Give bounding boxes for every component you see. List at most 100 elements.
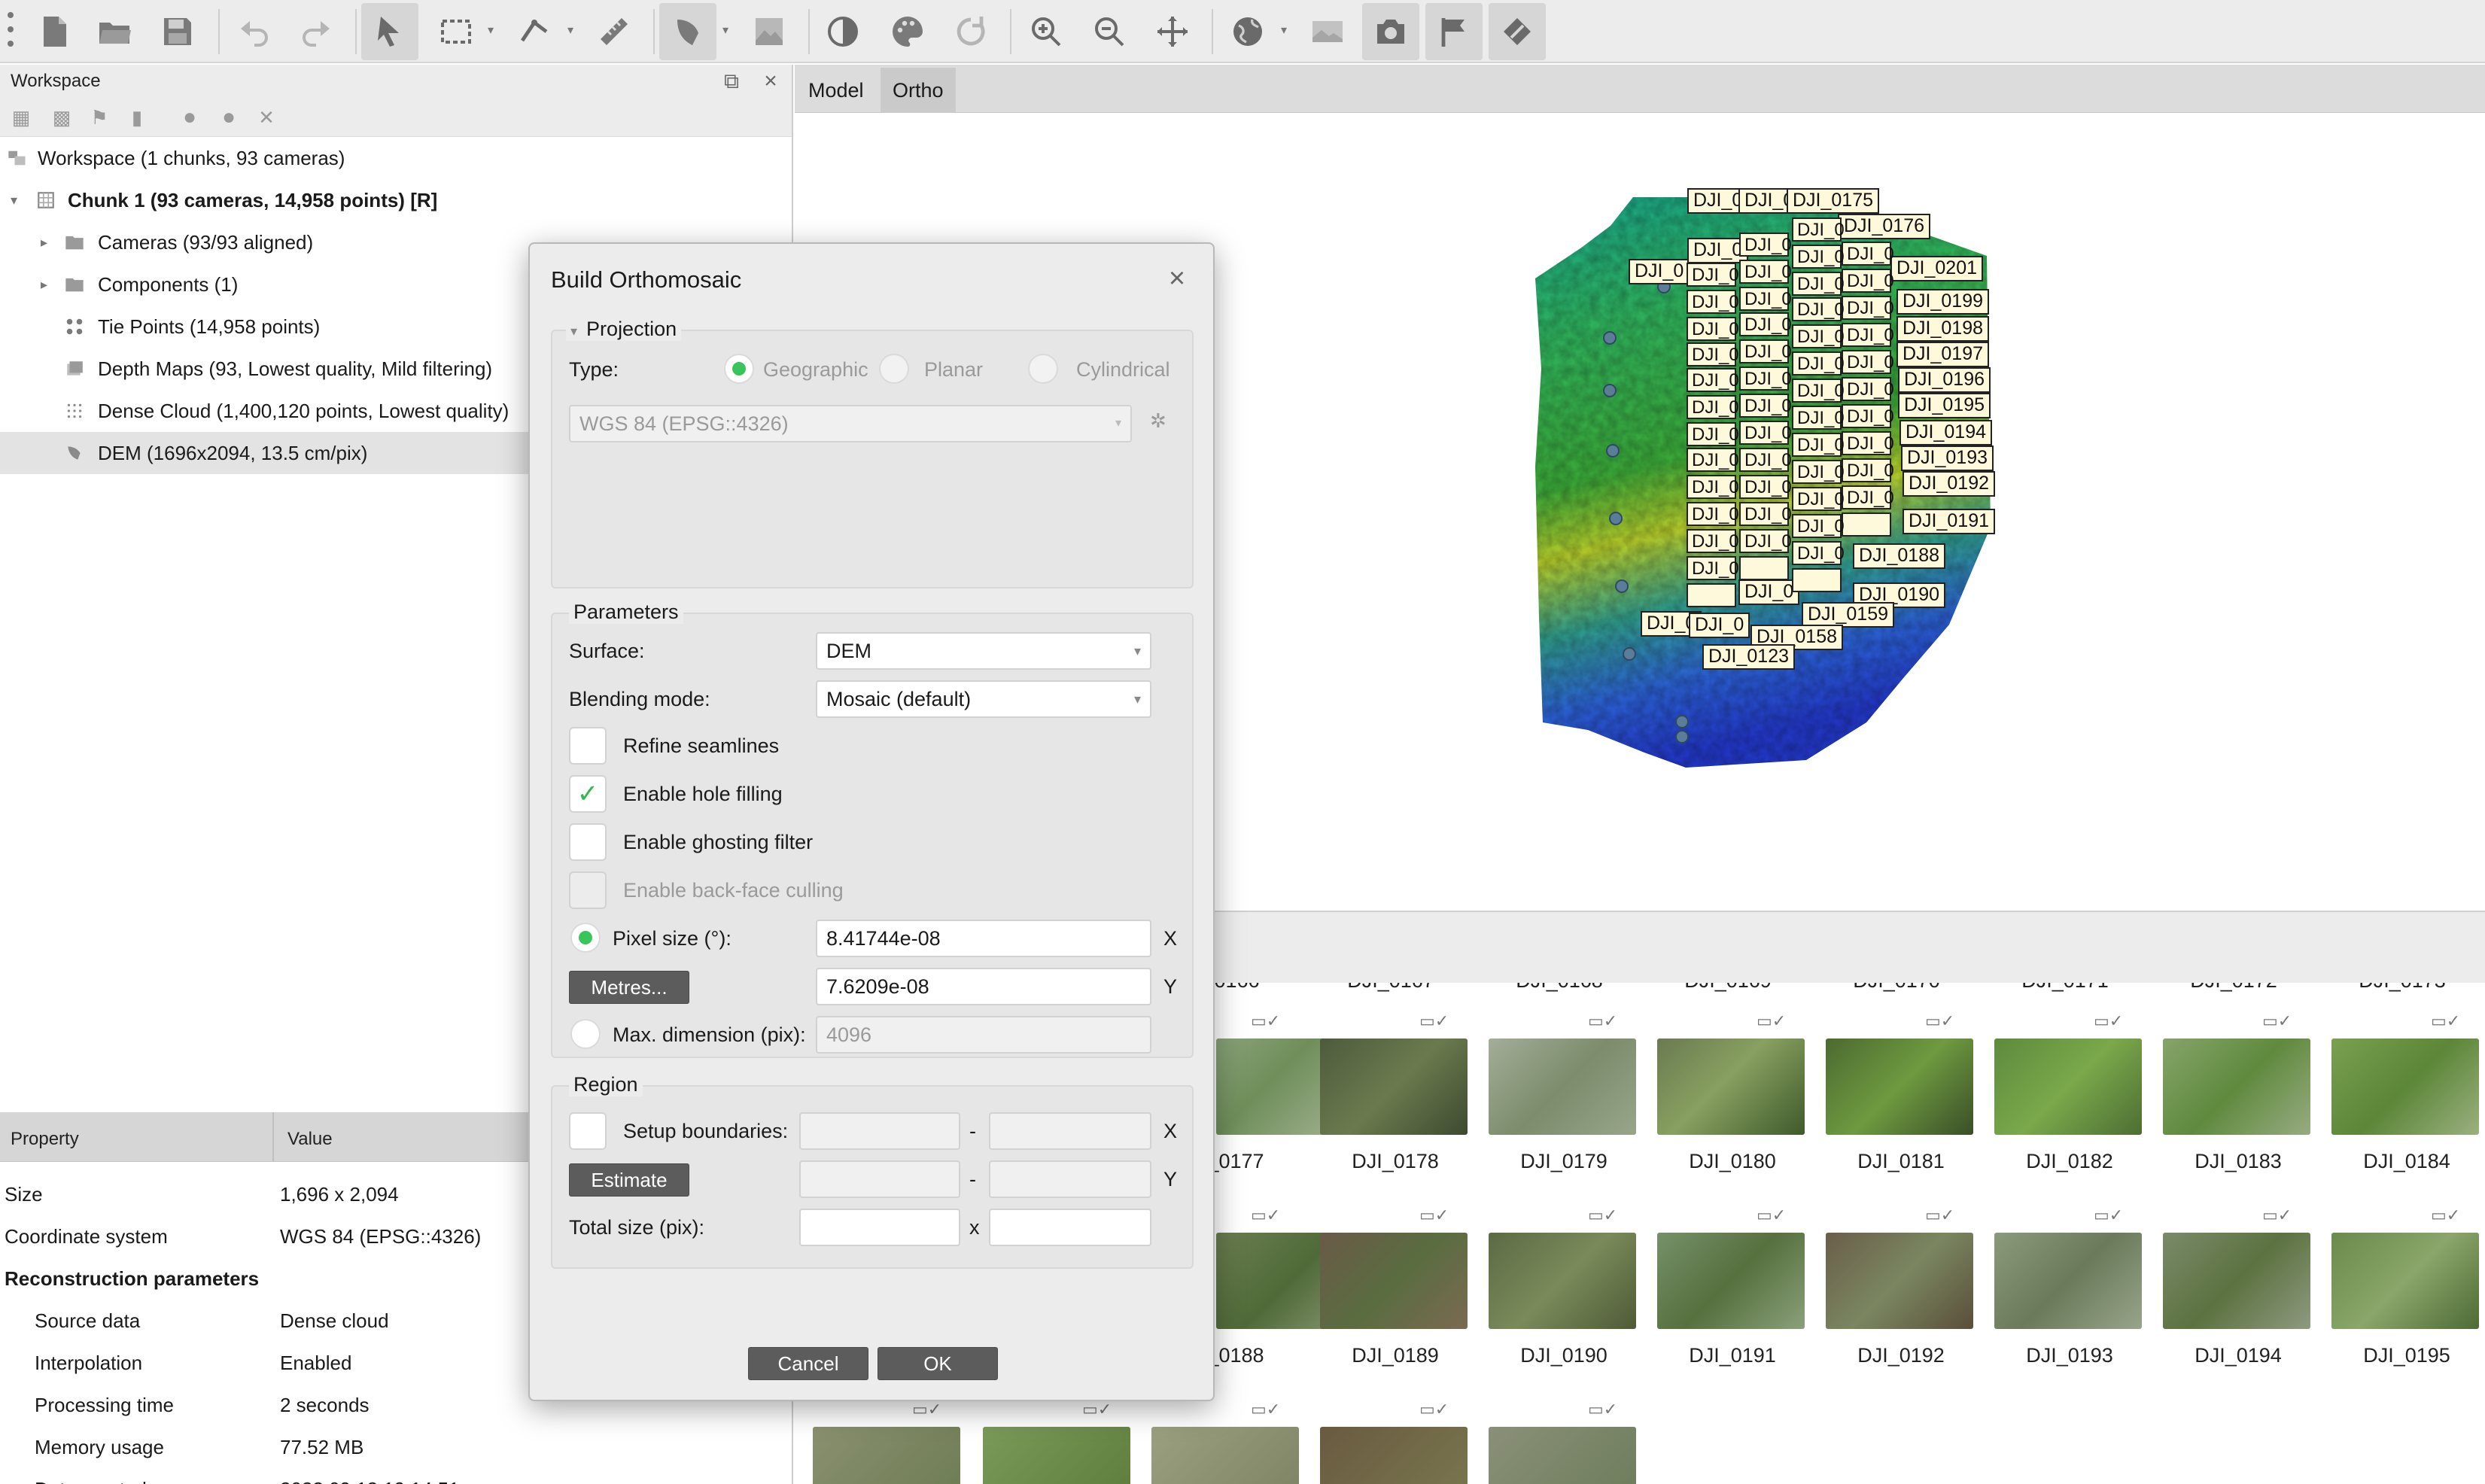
- metres-button[interactable]: Metres...: [569, 971, 689, 1004]
- dem-icon[interactable]: [741, 3, 798, 60]
- camera-label[interactable]: DJI_0201: [1890, 256, 1984, 281]
- boundary-y-max-input[interactable]: [989, 1160, 1151, 1198]
- camera-label[interactable]: DJI_0123: [1702, 644, 1796, 670]
- close-icon[interactable]: ×: [757, 68, 784, 95]
- photo-thumbnail[interactable]: [1994, 1038, 2142, 1135]
- geographic-radio[interactable]: [724, 354, 754, 384]
- photo-thumbnail[interactable]: [1489, 1038, 1636, 1135]
- photo-thumbnail[interactable]: [1994, 1233, 2142, 1329]
- camera-label[interactable]: DJI_0199: [1896, 289, 1990, 315]
- photo-thumbnail[interactable]: [2163, 1233, 2310, 1329]
- photo-thumbnail[interactable]: [983, 1427, 1130, 1484]
- planar-radio[interactable]: [879, 354, 909, 384]
- remove-item-icon[interactable]: ▮: [125, 105, 149, 129]
- camera-label[interactable]: DJI_0159: [1802, 602, 1895, 628]
- cancel-button[interactable]: Cancel: [748, 1347, 868, 1380]
- camera-label[interactable]: DJI_0188: [1853, 543, 1946, 569]
- photo-thumbnail[interactable]: [2163, 1038, 2310, 1135]
- collapse-arrow-icon[interactable]: ▾: [570, 324, 577, 339]
- save-icon[interactable]: [149, 3, 206, 60]
- camera-marker[interactable]: [1623, 647, 1636, 661]
- column-header-property[interactable]: Property: [11, 1129, 79, 1150]
- pixel-size-x-input[interactable]: 8.41744e-08: [816, 920, 1151, 957]
- ghosting-filter-checkbox[interactable]: [569, 823, 607, 861]
- filter-icon[interactable]: [1489, 3, 1546, 60]
- photo-thumbnail[interactable]: [1826, 1233, 1973, 1329]
- camera-marker[interactable]: [1675, 715, 1689, 728]
- photo-thumbnail[interactable]: [1489, 1233, 1636, 1329]
- ok-button[interactable]: OK: [878, 1347, 998, 1380]
- boundary-x-max-input[interactable]: [989, 1112, 1151, 1150]
- globe-dropdown-icon[interactable]: ▾: [1281, 23, 1296, 38]
- estimate-button[interactable]: Estimate: [569, 1163, 689, 1197]
- undo-icon[interactable]: [226, 3, 283, 60]
- camera-label[interactable]: DJI_0: [1687, 238, 1749, 263]
- tab-ortho[interactable]: Ortho: [881, 68, 956, 113]
- projection-group-title[interactable]: ▾ Projection: [566, 318, 682, 341]
- photo-thumbnail[interactable]: [813, 1427, 960, 1484]
- photo-thumbnail[interactable]: [1320, 1038, 1468, 1135]
- palette-icon[interactable]: [879, 3, 936, 60]
- pixel-size-radio[interactable]: [570, 923, 601, 953]
- camera-label[interactable]: DJI_0: [1629, 259, 1690, 284]
- total-width-input[interactable]: [799, 1209, 960, 1246]
- add-chunk-icon[interactable]: ▦: [9, 105, 33, 129]
- pan-icon[interactable]: [1144, 3, 1201, 60]
- expand-arrow-icon[interactable]: ▸: [41, 235, 56, 251]
- camera-label[interactable]: DJI_0191: [1903, 509, 1996, 534]
- camera-label[interactable]: DJI_0194: [1899, 420, 1993, 446]
- collapse-arrow-icon[interactable]: ▾: [11, 193, 26, 208]
- photo-thumbnail[interactable]: [1320, 1427, 1468, 1484]
- color-contrast-icon[interactable]: [814, 3, 871, 60]
- property-row[interactable]: Date created 2022:09:13 19:14:51: [0, 1467, 793, 1484]
- camera-marker[interactable]: [1606, 444, 1620, 458]
- camera-marker[interactable]: [1603, 331, 1617, 345]
- pixel-size-y-input[interactable]: 7.6209e-08: [816, 968, 1151, 1005]
- photo-thumbnail[interactable]: [1489, 1427, 1636, 1484]
- shape-dropdown-icon[interactable]: ▾: [722, 23, 738, 38]
- add-photos-icon[interactable]: ▩: [50, 105, 74, 129]
- photo-thumbnail[interactable]: [1657, 1233, 1805, 1329]
- camera-label[interactable]: DJI_0: [1689, 613, 1750, 638]
- tree-item-workspace[interactable]: Workspace (1 chunks, 93 cameras): [0, 137, 793, 179]
- surface-select[interactable]: DEM ▾: [816, 632, 1151, 670]
- crs-select[interactable]: WGS 84 (EPSG::4326) ▾: [569, 405, 1132, 442]
- camera-marker[interactable]: [1609, 512, 1623, 525]
- flag-icon[interactable]: [1425, 3, 1483, 60]
- remove-icon[interactable]: ✕: [254, 105, 278, 129]
- expand-arrow-icon[interactable]: ▸: [41, 277, 56, 293]
- new-document-icon[interactable]: [26, 3, 83, 60]
- camera-label[interactable]: DJI_0197: [1896, 342, 1990, 367]
- property-row[interactable]: Memory usage 77.52 MB: [0, 1425, 793, 1467]
- camera-label[interactable]: DJI_0175: [1787, 188, 1880, 214]
- rectangle-selection-icon[interactable]: [427, 3, 485, 60]
- camera-label[interactable]: DJI_0198: [1896, 316, 1990, 342]
- camera-marker[interactable]: [1615, 579, 1629, 593]
- tree-item-chunk[interactable]: ▾ Chunk 1 (93 cameras, 14,958 points) [R…: [0, 179, 793, 221]
- enable-item-icon[interactable]: ●: [178, 105, 202, 129]
- photo-thumbnail[interactable]: [1826, 1038, 1973, 1135]
- refresh-icon[interactable]: [942, 3, 999, 60]
- column-header-value[interactable]: Value: [287, 1129, 333, 1150]
- image-view-icon[interactable]: [1299, 3, 1356, 60]
- total-height-input[interactable]: [989, 1209, 1151, 1246]
- toolbar-grip[interactable]: [8, 12, 14, 51]
- disable-item-icon[interactable]: ●: [217, 105, 241, 129]
- photo-thumbnail[interactable]: [1151, 1427, 1299, 1484]
- ruler-dropdown-icon[interactable]: ▾: [567, 23, 582, 38]
- tab-model[interactable]: Model: [796, 68, 876, 113]
- measure-icon[interactable]: [586, 3, 643, 60]
- photo-thumbnail[interactable]: [1657, 1038, 1805, 1135]
- camera-marker[interactable]: [1603, 384, 1617, 397]
- add-marker-icon[interactable]: ⚑: [87, 105, 111, 129]
- open-folder-icon[interactable]: [86, 3, 143, 60]
- close-icon[interactable]: ×: [1160, 262, 1194, 295]
- zoom-in-icon[interactable]: [1017, 3, 1075, 60]
- cylindrical-radio[interactable]: [1028, 354, 1058, 384]
- backface-culling-checkbox[interactable]: [569, 871, 607, 909]
- setup-boundaries-checkbox[interactable]: [569, 1112, 607, 1150]
- redo-icon[interactable]: [287, 3, 345, 60]
- blending-select[interactable]: Mosaic (default) ▾: [816, 680, 1151, 718]
- selection-dropdown-icon[interactable]: ▾: [488, 23, 503, 38]
- camera-label[interactable]: DJI_0176: [1838, 214, 1931, 239]
